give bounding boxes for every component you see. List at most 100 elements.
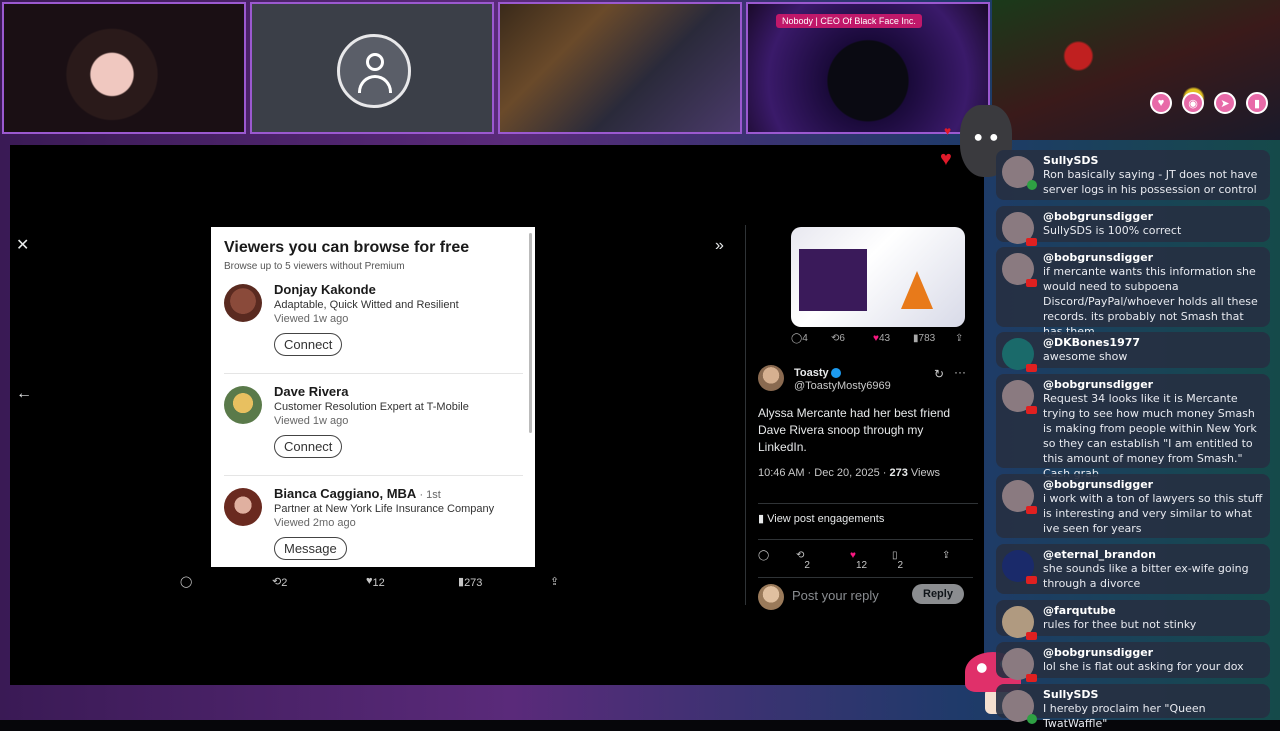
linkedin-viewers-card: Viewers you can browse for free Browse u… — [211, 227, 535, 567]
chat-text: if mercante wants this information she w… — [1043, 265, 1258, 338]
heart-icon: ♥ — [940, 148, 952, 170]
views-stat[interactable]: ▮ 273 — [458, 575, 482, 589]
share-icon[interactable]: ⇪ — [942, 550, 950, 561]
webcam-tile-1 — [2, 2, 246, 134]
grok-icon[interactable]: ↻ — [934, 367, 944, 381]
reply-input[interactable]: Post your reply — [792, 588, 879, 603]
webcam-tile-2 — [250, 2, 494, 134]
social-icons: ♥ ◉ ➤ ▮ — [1150, 92, 1268, 114]
avatar — [1002, 648, 1037, 682]
like-button[interactable]: ♥ 12 — [850, 550, 867, 571]
card-title: Viewers you can browse for free — [224, 239, 470, 256]
reply-icon[interactable]: ◯ — [758, 550, 769, 561]
webcam-tile-3 — [498, 2, 742, 134]
viewed-time: Viewed 1w ago — [274, 313, 349, 325]
reply-count[interactable]: ◯ 4 — [791, 333, 808, 344]
viewer-name[interactable]: Bianca Caggiano, MBA · 1st — [274, 486, 494, 501]
chat-username: @bobgrunsdigger — [1043, 210, 1154, 223]
post-timestamp: 10:46 AM · Dec 20, 2025 · 273 Views — [758, 467, 941, 479]
close-icon[interactable]: ✕ — [16, 235, 29, 255]
shared-screen: ✕ ← » Viewers you can browse for free Br… — [10, 145, 984, 685]
chat-text: Ron basically saying - JT does not have … — [1043, 168, 1258, 196]
avatar — [1002, 212, 1037, 246]
viewed-time: Viewed 1w ago — [274, 415, 349, 427]
reply-icon[interactable]: ◯ — [180, 575, 192, 588]
retweet-button[interactable]: ⟲ 2 — [272, 575, 287, 589]
viewer-name[interactable]: Donjay Kakonde — [274, 282, 459, 297]
avatar — [224, 488, 262, 526]
avatar — [1002, 156, 1037, 190]
chat-text: I hereby proclaim her "Queen TwatWaffle" — [1043, 702, 1206, 730]
chat-panel: SullySDS Ron basically saying - JT does … — [996, 146, 1272, 730]
chat-username: SullySDS — [1043, 688, 1099, 701]
view-engagements-link[interactable]: ▮ View post engagements — [758, 503, 978, 525]
chat-username: @farqutube — [1043, 604, 1116, 617]
chat-text: i work with a ton of lawyers so this stu… — [1043, 492, 1263, 535]
chat-username: @bobgrunsdigger — [1043, 378, 1154, 391]
avatar — [1002, 338, 1037, 372]
viewed-time: Viewed 2mo ago — [274, 517, 356, 529]
arrow-left-icon[interactable]: ← — [16, 385, 32, 403]
chat-message: @bobgrunsdigger lol she is flat out aski… — [996, 642, 1270, 682]
chat-message: @farqutube rules for thee but not stinky — [996, 600, 1270, 640]
message-button[interactable]: Message — [274, 537, 347, 560]
avatar — [758, 584, 784, 610]
chat-message: @bobgrunsdigger SullySDS is 100% correct — [996, 206, 1270, 246]
view-count[interactable]: ▮ 783 — [913, 333, 935, 344]
chat-text: she sounds like a bitter ex-wife going t… — [1043, 562, 1249, 590]
like-count[interactable]: ♥ 43 — [873, 333, 890, 344]
viewer-row: Donjay Kakonde Adaptable, Quick Witted a… — [224, 282, 523, 374]
bookmark-icon: ▮ — [1246, 92, 1268, 114]
viewer-row: Bianca Caggiano, MBA · 1st Partner at Ne… — [224, 486, 523, 567]
bookmark-button[interactable]: ▯ 2 — [892, 550, 903, 571]
chat-text: rules for thee but not stinky — [1043, 618, 1197, 631]
more-icon[interactable]: ··· — [954, 365, 966, 379]
connect-button[interactable]: Connect — [274, 333, 343, 356]
post-action-bar: ◯ ⟲ 2 ♥ 12 ▯ 2 ⇪ — [758, 539, 973, 571]
viewer-headline: Customer Resolution Expert at T-Mobile — [274, 401, 469, 413]
quoted-post-image[interactable] — [791, 227, 965, 327]
post-text: Alyssa Mercante had her best friend Dave… — [758, 406, 951, 454]
avatar — [1002, 253, 1037, 287]
share-icon[interactable]: ⇪ — [955, 333, 963, 344]
chat-message: SullySDS I hereby proclaim her "Queen Tw… — [996, 684, 1270, 730]
chat-text: lol she is flat out asking for your dox — [1043, 660, 1244, 673]
author-name[interactable]: Toasty — [794, 367, 841, 379]
chat-message: @bobgrunsdigger if mercante wants this i… — [996, 247, 1270, 338]
chat-username: @bobgrunsdigger — [1043, 478, 1154, 491]
reply-button[interactable]: Reply — [912, 584, 964, 604]
avatar — [224, 386, 262, 424]
christmas-tree-decoration — [992, 0, 1280, 140]
avatar — [1002, 480, 1037, 514]
heart-icon: ♥ — [944, 124, 952, 138]
avatar[interactable] — [758, 365, 784, 391]
avatar — [1002, 690, 1037, 724]
share-icon[interactable]: ⇪ — [550, 575, 559, 588]
retweet-button[interactable]: ⟲ 2 — [796, 550, 810, 571]
retweet-count[interactable]: ⟲ 6 — [831, 333, 845, 344]
connect-button[interactable]: Connect — [274, 435, 343, 458]
scrollbar[interactable] — [529, 233, 532, 433]
chat-username: @bobgrunsdigger — [1043, 646, 1154, 659]
like-button[interactable]: ♥ 12 — [366, 575, 385, 589]
avatar — [1002, 550, 1037, 584]
send-icon: ➤ — [1214, 92, 1236, 114]
webcam-tile-4: Nobody | CEO Of Black Face Inc. — [746, 2, 990, 134]
chat-message: @bobgrunsdigger i work with a ton of law… — [996, 474, 1270, 538]
chat-message: SullySDS Ron basically saying - JT does … — [996, 150, 1270, 200]
viewer-row: Dave Rivera Customer Resolution Expert a… — [224, 384, 523, 476]
reply-composer: Post your reply Reply — [758, 577, 973, 610]
viewer-name[interactable]: Dave Rivera — [274, 384, 469, 399]
verified-icon — [830, 368, 841, 379]
stream-overlay: Nobody | CEO Of Black Face Inc. ♥ ◉ ➤ ▮ … — [0, 0, 1280, 730]
chat-message: @eternal_brandon she sounds like a bitte… — [996, 544, 1270, 594]
chat-username: @bobgrunsdigger — [1043, 251, 1154, 264]
author-handle[interactable]: @ToastyMosty6969 — [794, 380, 891, 392]
avatar — [1002, 380, 1037, 414]
chat-username: @eternal_brandon — [1043, 548, 1156, 561]
chat-message: @bobgrunsdigger Request 34 looks like it… — [996, 374, 1270, 480]
media-action-bar: ◯ ⟲ 2 ♥ 12 ▮ 273 ⇪ — [180, 573, 570, 593]
stream-tag: Nobody | CEO Of Black Face Inc. — [776, 14, 922, 28]
double-chevron-right-icon[interactable]: » — [715, 237, 724, 255]
chat-username: @DKBones1977 — [1043, 336, 1141, 349]
